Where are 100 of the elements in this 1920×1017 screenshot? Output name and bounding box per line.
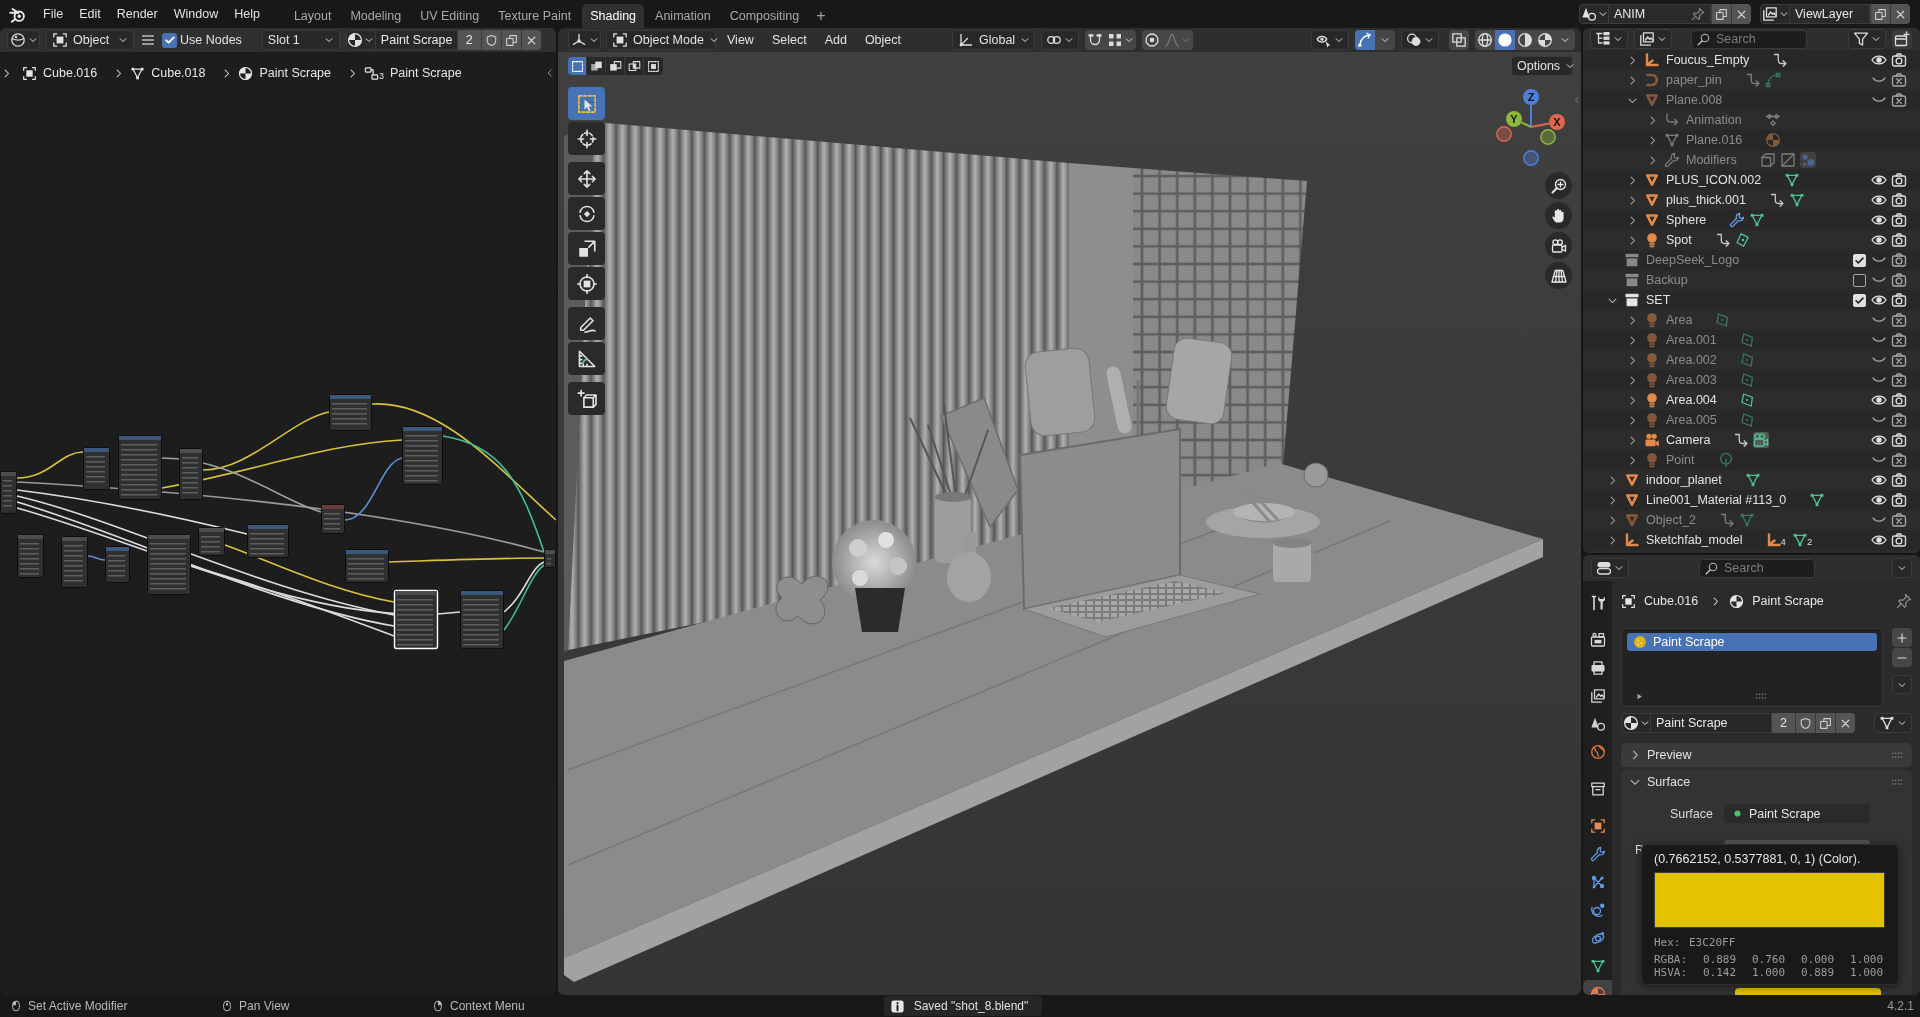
menu-item[interactable]: View xyxy=(720,33,761,47)
breadcrumb-item[interactable]: Cube.016 xyxy=(1644,594,1699,608)
shader-node[interactable] xyxy=(61,536,88,588)
selection-mode-button[interactable] xyxy=(587,57,606,75)
camera-icon[interactable] xyxy=(1891,232,1907,248)
crossed-camera-icon[interactable] xyxy=(1891,332,1907,348)
shader-node[interactable] xyxy=(118,435,162,500)
pan-button[interactable] xyxy=(1545,202,1572,229)
menu-item[interactable]: Edit xyxy=(71,7,109,21)
duplicate-button[interactable] xyxy=(1711,4,1731,24)
cube-outline-icon[interactable] xyxy=(1759,152,1776,168)
camera-icon[interactable] xyxy=(1891,272,1907,288)
shader-node[interactable] xyxy=(17,534,44,578)
material-browse-button[interactable] xyxy=(1621,713,1651,733)
outliner-item-name[interactable]: paper_pin xyxy=(1666,73,1722,87)
crossed-camera-icon[interactable] xyxy=(1891,72,1907,88)
mesh-triangle-icon[interactable] xyxy=(1791,532,1808,548)
options-dropdown[interactable] xyxy=(1892,558,1912,578)
user-count-button[interactable]: 2 xyxy=(457,30,481,50)
outliner-item-name[interactable]: Camera xyxy=(1666,433,1711,447)
proportional-edit-toggle[interactable] xyxy=(1142,30,1162,50)
axes-corner-icon[interactable] xyxy=(1765,532,1782,548)
outliner-item-name[interactable]: Line001_Material #113_0 xyxy=(1646,493,1787,507)
shader-node[interactable] xyxy=(147,534,191,595)
menu-icon[interactable] xyxy=(140,32,156,48)
outliner-item-name[interactable]: Area.004 xyxy=(1666,393,1717,407)
material-slot[interactable]: Paint Scrape xyxy=(1627,633,1877,651)
shader-node[interactable] xyxy=(198,527,225,556)
hook-arrow-icon[interactable] xyxy=(1733,432,1750,448)
duplicate-button[interactable] xyxy=(500,30,521,50)
breadcrumb-item[interactable]: Cube.018 xyxy=(151,66,206,80)
camera-icon[interactable] xyxy=(1891,252,1907,268)
outliner-item-name[interactable]: Area.002 xyxy=(1666,353,1717,367)
use-nodes-checkbox[interactable] xyxy=(162,32,177,48)
outliner-item-name[interactable]: Backup xyxy=(1646,273,1688,287)
search-field[interactable]: Search xyxy=(1699,558,1815,578)
shader-node[interactable] xyxy=(83,447,110,490)
mode-dropdown[interactable]: Object Mode xyxy=(606,30,716,50)
crossed-camera-icon[interactable] xyxy=(1891,412,1907,428)
pin-icon[interactable] xyxy=(1896,593,1912,609)
view-layer-dropdown[interactable] xyxy=(1634,29,1672,49)
mesh-triangle-icon[interactable] xyxy=(1784,172,1801,188)
view-layer-browse-button[interactable] xyxy=(1760,4,1790,24)
shader-field[interactable]: Paint Scrape xyxy=(1724,804,1870,823)
tool-button[interactable] xyxy=(568,267,605,300)
tool-button[interactable] xyxy=(568,232,605,265)
outliner-item-name[interactable]: Plane.008 xyxy=(1666,93,1723,107)
gizmo-toggle[interactable] xyxy=(1355,30,1375,50)
selection-mode-button[interactable] xyxy=(625,57,644,75)
outliner-item-name[interactable]: Area xyxy=(1666,313,1693,327)
pin-icon[interactable] xyxy=(1691,7,1705,21)
duplicate-button[interactable] xyxy=(1870,4,1890,24)
outliner-item-name[interactable]: Point xyxy=(1666,453,1695,467)
chevron-left-icon[interactable] xyxy=(545,67,555,79)
orientation-dropdown[interactable]: Global xyxy=(952,30,1035,50)
workspace-tab[interactable]: UV Editing xyxy=(412,4,488,28)
scene-browse-button[interactable] xyxy=(1579,4,1609,24)
tool-button[interactable] xyxy=(568,307,605,340)
outliner-item-name[interactable]: Sphere xyxy=(1666,213,1707,227)
grip-icon[interactable] xyxy=(1753,690,1768,702)
shader-node[interactable] xyxy=(247,524,289,558)
editor-type-button[interactable] xyxy=(7,30,40,50)
snap-toggle[interactable] xyxy=(1085,30,1105,50)
slot-specials-dropdown[interactable] xyxy=(1892,675,1912,694)
camera-icon[interactable] xyxy=(1891,292,1907,308)
remove-slot-button[interactable] xyxy=(1892,648,1912,667)
negative-axis-handle[interactable] xyxy=(1496,126,1512,142)
shader-node[interactable] xyxy=(321,504,345,534)
camera-icon[interactable] xyxy=(1891,172,1907,188)
mesh-triangle-icon[interactable] xyxy=(1809,492,1826,508)
axis-handle[interactable]: Z xyxy=(1523,89,1539,128)
workspace-tab[interactable]: Texture Paint xyxy=(490,4,580,28)
hook-arrow-icon[interactable] xyxy=(1772,52,1789,68)
mesh-triangle-icon[interactable] xyxy=(1749,212,1766,228)
outliner-item-name[interactable]: Area.005 xyxy=(1666,413,1717,427)
outliner-item-name[interactable]: Foucus_Empty xyxy=(1666,53,1750,67)
shader-node[interactable] xyxy=(460,590,504,649)
unlink-button[interactable] xyxy=(520,30,541,50)
shaded-sphere-icon[interactable] xyxy=(1765,132,1782,148)
breadcrumb-item[interactable]: Paint Scrape xyxy=(1752,594,1824,608)
crossed-camera-icon[interactable] xyxy=(1891,372,1907,388)
menu-item[interactable]: File xyxy=(35,7,72,21)
outliner-item-name[interactable]: SET xyxy=(1646,293,1671,307)
display-mode-dropdown[interactable] xyxy=(1590,29,1628,49)
mesh-triangle-icon[interactable] xyxy=(1744,472,1761,488)
menu-item[interactable]: Add xyxy=(817,33,854,47)
negative-axis-handle[interactable] xyxy=(1523,150,1539,166)
menu-item[interactable]: Help xyxy=(226,7,268,21)
shader-node[interactable] xyxy=(179,448,203,500)
diamonds-icon[interactable] xyxy=(1764,112,1781,128)
shader-node[interactable] xyxy=(402,426,443,485)
duplicate-button[interactable] xyxy=(1815,713,1835,733)
outliner-item-name[interactable]: Area.001 xyxy=(1666,333,1717,347)
shading-button[interactable] xyxy=(1475,30,1495,50)
fake-user-button[interactable] xyxy=(1795,713,1815,733)
checkbox-label[interactable]: Use Nodes xyxy=(180,33,242,47)
breadcrumb-item[interactable]: Cube.016 xyxy=(43,66,98,80)
outliner-item-name[interactable]: Animation xyxy=(1686,113,1742,127)
projection-toggle[interactable] xyxy=(1545,262,1572,289)
hook-arrow-icon[interactable] xyxy=(1714,232,1731,248)
